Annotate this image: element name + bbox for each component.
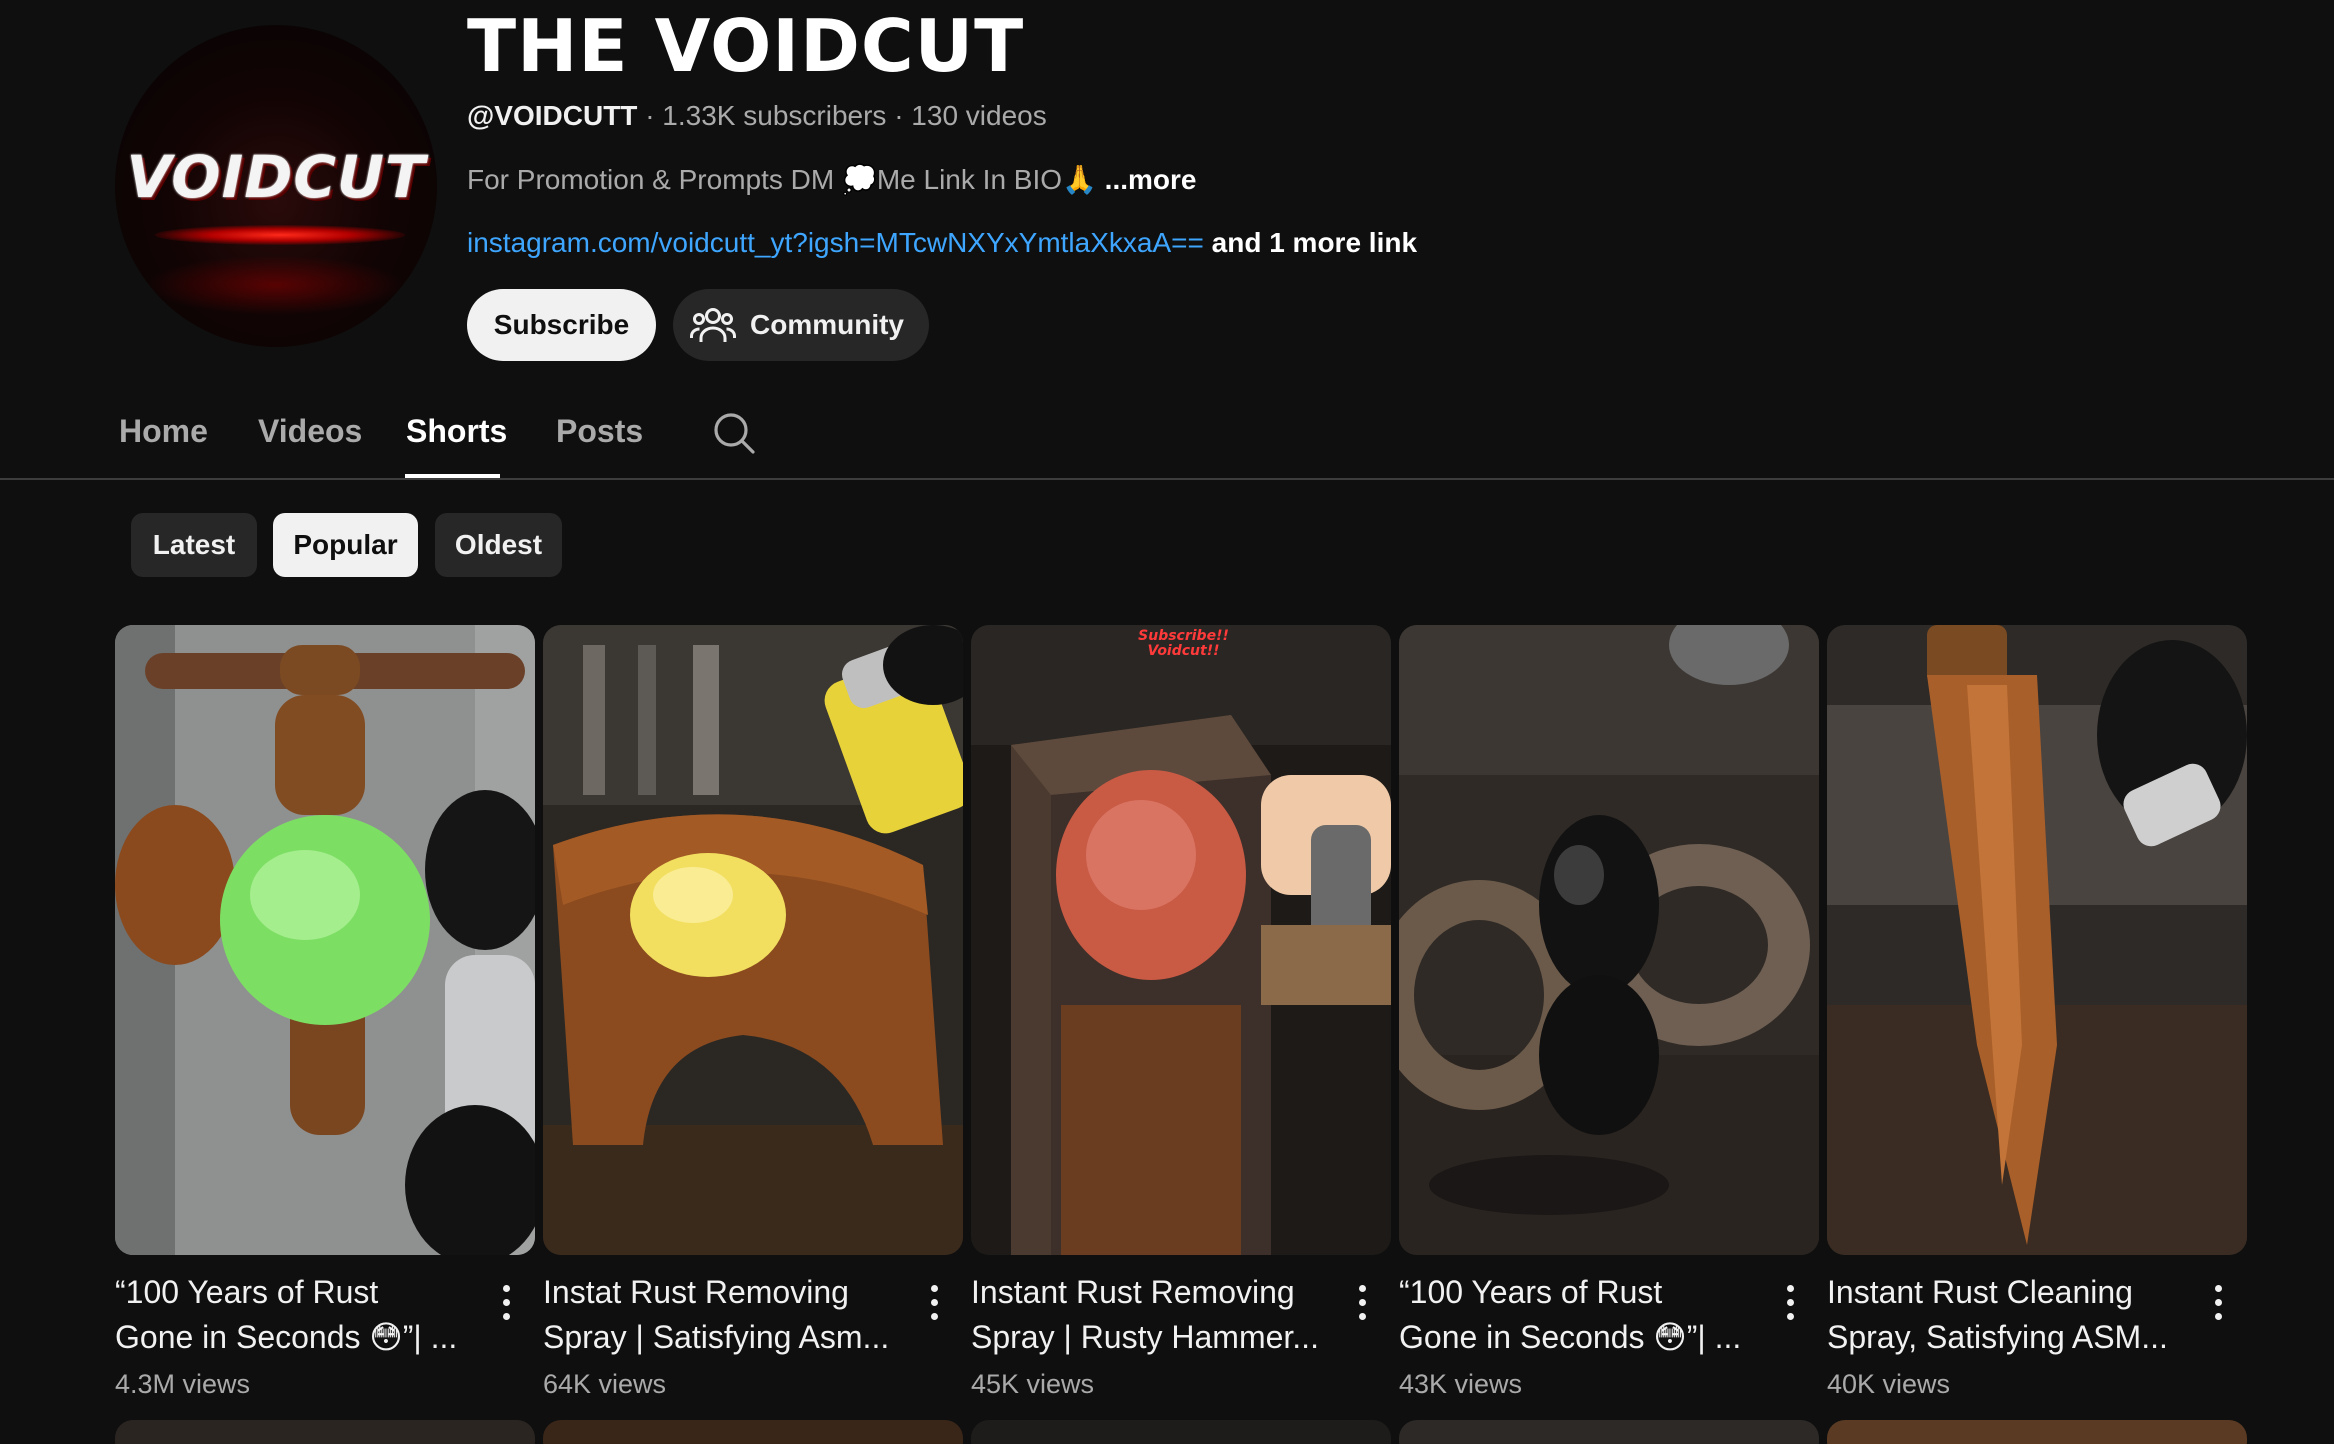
short-thumbnail-partial[interactable] <box>115 1420 535 1444</box>
meta-separator: · <box>894 100 904 131</box>
avatar-glow <box>145 255 405 315</box>
more-vert-icon[interactable] <box>1783 1285 1797 1325</box>
short-views: 4.3M views <box>115 1369 251 1399</box>
description-more-link[interactable]: ...more <box>1105 164 1197 195</box>
meta-separator: · <box>645 100 655 131</box>
community-button[interactable]: Community <box>673 289 929 361</box>
short-thumbnail[interactable] <box>1399 625 1819 1255</box>
short-thumbnail-partial[interactable] <box>1399 1420 1819 1444</box>
description-text: For Promotion & Prompts DM 💭Me Link In B… <box>467 164 1097 195</box>
short-views: 40K views <box>1827 1369 1951 1399</box>
instagram-link[interactable]: instagram.com/voidcutt_yt?igsh=MTcwNXYxY… <box>467 227 1204 258</box>
subscribe-overlay-text: Subscribe!! Voidcut!! <box>1138 628 1229 659</box>
video-count: 130 videos <box>911 100 1047 131</box>
short-card[interactable]: “100 Years of Rust Gone in Seconds 😳”| .… <box>115 625 535 1399</box>
avatar-logo-text: VOIDCUT <box>126 143 426 211</box>
more-vert-icon[interactable] <box>927 1285 941 1325</box>
more-vert-icon[interactable] <box>1355 1285 1369 1325</box>
short-views: 45K views <box>971 1369 1095 1399</box>
channel-title: THE VOIDCUT <box>467 4 1025 88</box>
short-title-line: Spray | Satisfying Asm... <box>543 1319 890 1355</box>
short-thumbnail[interactable] <box>1827 625 2247 1255</box>
channel-tabs: Home Videos Shorts Posts <box>0 405 2334 480</box>
avatar-red-swoosh <box>155 225 405 245</box>
short-title-line: Gone in Seconds 😳”| ... <box>1399 1319 1742 1355</box>
short-title[interactable]: Instat Rust Removing Spray | Satisfying … <box>543 1270 893 1360</box>
subscribe-button[interactable]: Subscribe <box>467 289 656 361</box>
channel-links: instagram.com/voidcutt_yt?igsh=MTcwNXYxY… <box>467 227 1417 259</box>
active-tab-indicator <box>405 474 500 478</box>
tab-shorts[interactable]: Shorts <box>406 413 507 450</box>
short-title-line: Spray, Satisfying ASM... <box>1827 1319 2168 1355</box>
chip-popular[interactable]: Popular <box>273 513 418 577</box>
channel-avatar[interactable]: VOIDCUT <box>115 25 437 347</box>
chip-oldest[interactable]: Oldest <box>435 513 562 577</box>
short-title-line: Instat Rust Removing <box>543 1274 849 1310</box>
search-icon[interactable] <box>712 411 756 455</box>
short-card[interactable]: Subscribe!! Voidcut!! Instant Rust Remov… <box>971 625 1391 1399</box>
short-card[interactable]: Instat Rust Removing Spray | Satisfying … <box>543 625 963 1399</box>
short-title-line: Instant Rust Removing <box>971 1274 1295 1310</box>
short-title[interactable]: “100 Years of Rust Gone in Seconds 😳”| .… <box>1399 1270 1749 1360</box>
short-thumbnail[interactable] <box>115 625 535 1255</box>
more-vert-icon[interactable] <box>2211 1285 2225 1325</box>
short-title-line: Instant Rust Cleaning <box>1827 1274 2133 1310</box>
channel-description[interactable]: For Promotion & Prompts DM 💭Me Link In B… <box>467 163 1196 196</box>
short-thumbnail[interactable]: Subscribe!! Voidcut!! <box>971 625 1391 1255</box>
tab-posts[interactable]: Posts <box>556 413 643 450</box>
short-views: 64K views <box>543 1369 667 1399</box>
short-title-line: Gone in Seconds 😳”| ... <box>115 1319 458 1355</box>
tab-home[interactable]: Home <box>119 413 208 450</box>
short-thumbnail-partial[interactable] <box>971 1420 1391 1444</box>
short-title[interactable]: Instant Rust Cleaning Spray, Satisfying … <box>1827 1270 2177 1360</box>
channel-handle: @VOIDCUTT <box>467 100 638 131</box>
short-title[interactable]: Instant Rust Removing Spray | Rusty Hamm… <box>971 1270 1321 1360</box>
more-links-button[interactable]: and 1 more link <box>1212 227 1417 258</box>
short-title-line: “100 Years of Rust <box>115 1274 379 1310</box>
more-vert-icon[interactable] <box>499 1285 513 1325</box>
short-title-line: Spray | Rusty Hammer... <box>971 1319 1319 1355</box>
chip-latest[interactable]: Latest <box>131 513 257 577</box>
short-views: 43K views <box>1399 1369 1523 1399</box>
short-card[interactable]: “100 Years of Rust Gone in Seconds 😳”| .… <box>1399 625 1819 1399</box>
people-icon <box>690 308 736 342</box>
short-title[interactable]: “100 Years of Rust Gone in Seconds 😳”| .… <box>115 1270 465 1360</box>
tab-videos[interactable]: Videos <box>258 413 362 450</box>
channel-meta: @VOIDCUTT · 1.33K subscribers · 130 vide… <box>467 100 1047 132</box>
short-thumbnail-partial[interactable] <box>543 1420 963 1444</box>
short-thumbnail[interactable] <box>543 625 963 1255</box>
community-label: Community <box>750 309 904 340</box>
short-thumbnail-partial[interactable] <box>1827 1420 2247 1444</box>
subscriber-count: 1.33K subscribers <box>662 100 887 131</box>
short-card[interactable]: Instant Rust Cleaning Spray, Satisfying … <box>1827 625 2247 1399</box>
short-title-line: “100 Years of Rust <box>1399 1274 1663 1310</box>
